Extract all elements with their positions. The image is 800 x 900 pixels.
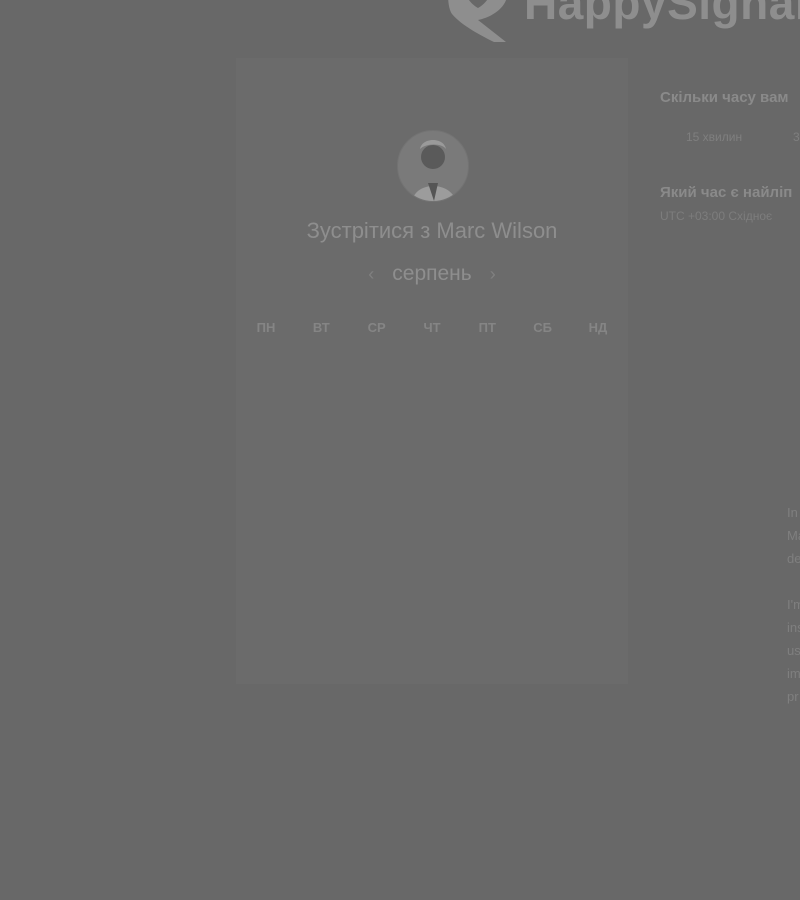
description-line: us (787, 643, 800, 658)
description-paragraph-2: I'm ins us im pr (787, 593, 800, 708)
weekday-label: ПТ (478, 320, 496, 335)
description-line: ins (787, 620, 800, 635)
description-line: de (787, 551, 800, 566)
chevron-left-icon[interactable]: ‹ (368, 264, 374, 285)
chevron-right-icon[interactable]: › (490, 264, 496, 285)
scheduler-card: Зустрітися з Marc Wilson ‹ серпень › ПН … (236, 58, 628, 684)
weekday-header: ПН ВТ СР ЧТ ПТ СБ НД (244, 320, 620, 335)
weekday-label: ВТ (312, 320, 330, 335)
logo-text: HappySignals (524, 0, 800, 29)
description-line: Ma (787, 528, 800, 543)
weekday-label: ЧТ (423, 320, 441, 335)
description-line: I'm (787, 597, 800, 612)
duration-option-15[interactable]: 15 хвилин (686, 130, 742, 144)
month-navigation: ‹ серпень › (236, 262, 628, 286)
weekday-label: СР (367, 320, 386, 335)
weekday-label: ПН (256, 320, 276, 335)
description-line: pr (787, 689, 799, 704)
speech-heart-icon (442, 0, 514, 42)
happysignals-logo: HappySignals (442, 0, 800, 42)
timezone-selector[interactable]: UTC +03:00 Східноє (660, 209, 772, 223)
weekday-label: СБ (533, 320, 552, 335)
duration-question: Скільки часу вам (660, 89, 789, 106)
description-line: In (787, 505, 798, 520)
description-line: im (787, 666, 800, 681)
month-label: серпень (392, 262, 472, 285)
page-title: Зустрітися з Marc Wilson (306, 218, 558, 243)
time-question: Який час є найліп (660, 184, 793, 201)
avatar (397, 130, 469, 202)
weekday-label: НД (588, 320, 608, 335)
duration-option-30[interactable]: 3 (793, 130, 800, 144)
description-paragraph-1: In Ma de (787, 501, 800, 570)
